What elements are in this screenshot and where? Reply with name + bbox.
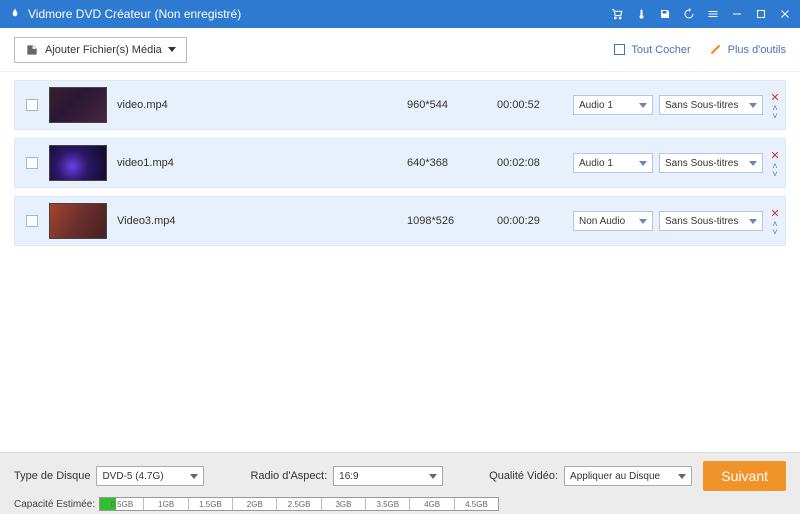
save-icon[interactable] <box>658 7 672 21</box>
tick-label: 1.5GB <box>189 498 233 510</box>
video-thumbnail[interactable] <box>49 203 107 239</box>
move-down-icon[interactable]: ˅ <box>772 171 777 178</box>
chevron-down-icon <box>749 219 757 224</box>
maximize-icon[interactable] <box>754 7 768 21</box>
dimensions: 960*544 <box>407 99 497 111</box>
delete-icon[interactable]: ✕ <box>770 207 779 220</box>
tick-label: 3GB <box>322 498 366 510</box>
tick-label: 3.5GB <box>366 498 410 510</box>
quality-value: Appliquer au Disque <box>570 471 660 482</box>
audio-value: Audio 1 <box>579 158 613 169</box>
quality-label: Qualité Vidéo: <box>489 470 558 482</box>
tick-label: 2GB <box>233 498 277 510</box>
row-checkbox[interactable] <box>26 99 38 111</box>
quality-select[interactable]: Appliquer au Disque <box>564 466 692 486</box>
thermometer-icon[interactable] <box>634 7 648 21</box>
audio-select[interactable]: Non Audio <box>573 211 653 231</box>
subtitle-value: Sans Sous-titres <box>665 100 738 111</box>
tick-label: 4GB <box>410 498 454 510</box>
capacity-bar: 0.5GB 1GB 1.5GB 2GB 2.5GB 3GB 3.5GB 4GB … <box>99 497 499 511</box>
history-icon[interactable] <box>682 7 696 21</box>
audio-select[interactable]: Audio 1 <box>573 95 653 115</box>
video-thumbnail[interactable] <box>49 145 107 181</box>
video-thumbnail[interactable] <box>49 87 107 123</box>
capacity-ticks: 0.5GB 1GB 1.5GB 2GB 2.5GB 3GB 3.5GB 4GB … <box>100 498 498 510</box>
check-all-toggle[interactable]: Tout Cocher <box>614 44 690 56</box>
minimize-icon[interactable] <box>730 7 744 21</box>
check-all-label: Tout Cocher <box>631 44 690 56</box>
next-button[interactable]: Suivant <box>703 461 786 491</box>
move-down-icon[interactable]: ˅ <box>772 229 777 236</box>
filename: video.mp4 <box>117 99 407 111</box>
aspect-label: Radio d'Aspect: <box>250 470 327 482</box>
tick-label: 0.5GB <box>100 498 144 510</box>
tick-label: 2.5GB <box>277 498 321 510</box>
aspect-value: 16:9 <box>339 471 358 482</box>
audio-value: Non Audio <box>579 216 625 227</box>
cart-icon[interactable] <box>610 7 624 21</box>
subtitle-value: Sans Sous-titres <box>665 216 738 227</box>
duration: 00:00:52 <box>497 99 573 111</box>
footer: Type de Disque DVD-5 (4.7G) Radio d'Aspe… <box>0 452 800 514</box>
filename: Video3.mp4 <box>117 215 407 227</box>
audio-select[interactable]: Audio 1 <box>573 153 653 173</box>
subtitle-select[interactable]: Sans Sous-titres <box>659 153 763 173</box>
subtitle-value: Sans Sous-titres <box>665 158 738 169</box>
disc-type-label: Type de Disque <box>14 470 90 482</box>
disc-type-value: DVD-5 (4.7G) <box>102 471 163 482</box>
more-tools-label: Plus d'outils <box>728 44 786 56</box>
add-media-label: Ajouter Fichier(s) Média <box>45 44 162 56</box>
list-item: Video3.mp4 1098*526 00:00:29 Non Audio S… <box>14 196 786 246</box>
chevron-down-icon <box>639 219 647 224</box>
dimensions: 1098*526 <box>407 215 497 227</box>
checkbox-icon <box>614 44 625 55</box>
chevron-down-icon <box>678 474 686 479</box>
app-logo-icon <box>8 7 22 21</box>
duration: 00:00:29 <box>497 215 573 227</box>
chevron-down-icon <box>749 161 757 166</box>
title-bar: Vidmore DVD Créateur (Non enregistré) <box>0 0 800 28</box>
add-media-button[interactable]: Ajouter Fichier(s) Média <box>14 37 187 63</box>
subtitle-select[interactable]: Sans Sous-titres <box>659 95 763 115</box>
delete-icon[interactable]: ✕ <box>770 149 779 162</box>
list-item: video.mp4 960*544 00:00:52 Audio 1 Sans … <box>14 80 786 130</box>
row-checkbox[interactable] <box>26 157 38 169</box>
aspect-select[interactable]: 16:9 <box>333 466 443 486</box>
app-title: Vidmore DVD Créateur (Non enregistré) <box>28 7 241 21</box>
audio-value: Audio 1 <box>579 100 613 111</box>
delete-icon[interactable]: ✕ <box>770 91 779 104</box>
chevron-down-icon <box>639 161 647 166</box>
chevron-down-icon <box>639 103 647 108</box>
move-down-icon[interactable]: ˅ <box>772 113 777 120</box>
row-checkbox[interactable] <box>26 215 38 227</box>
chevron-down-icon <box>190 474 198 479</box>
close-icon[interactable] <box>778 7 792 21</box>
more-tools-button[interactable]: Plus d'outils <box>709 43 786 56</box>
dimensions: 640*368 <box>407 157 497 169</box>
chevron-down-icon <box>168 47 176 52</box>
capacity-label: Capacité Estimée: <box>14 499 95 510</box>
tick-label: 1GB <box>144 498 188 510</box>
toolbar: Ajouter Fichier(s) Média Tout Cocher Plu… <box>0 28 800 72</box>
list-item: video1.mp4 640*368 00:02:08 Audio 1 Sans… <box>14 138 786 188</box>
tick-label: 4.5GB <box>455 498 498 510</box>
filename: video1.mp4 <box>117 157 407 169</box>
duration: 00:02:08 <box>497 157 573 169</box>
chevron-down-icon <box>429 474 437 479</box>
subtitle-select[interactable]: Sans Sous-titres <box>659 211 763 231</box>
disc-type-select[interactable]: DVD-5 (4.7G) <box>96 466 204 486</box>
chevron-down-icon <box>749 103 757 108</box>
menu-icon[interactable] <box>706 7 720 21</box>
media-list: video.mp4 960*544 00:00:52 Audio 1 Sans … <box>0 80 800 246</box>
